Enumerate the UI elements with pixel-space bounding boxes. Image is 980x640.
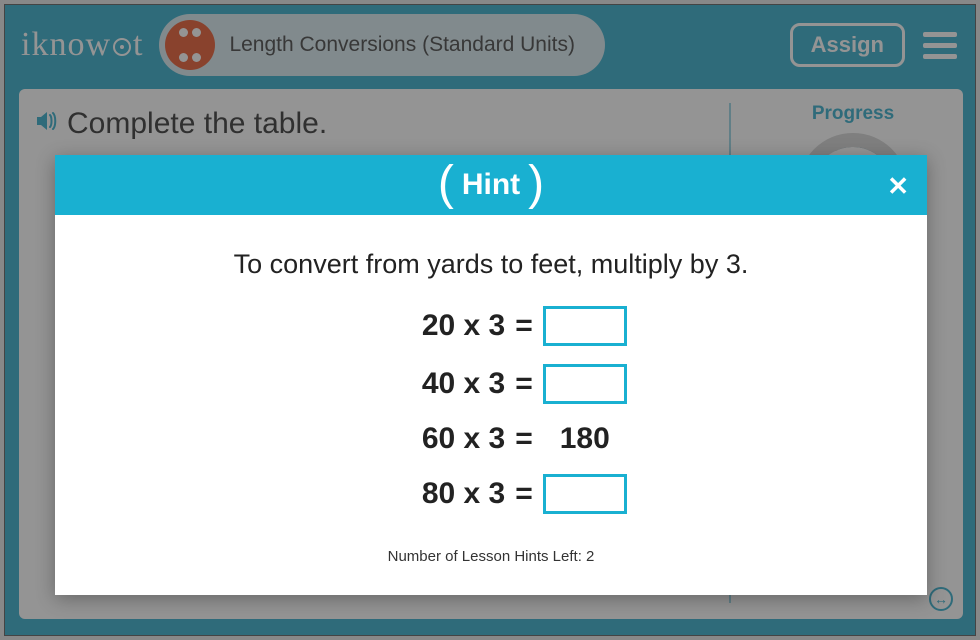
equation-expression: 20 x 3 (355, 309, 505, 343)
hint-title: Hint (462, 168, 520, 202)
lesson-pill: Length Conversions (Standard Units) (159, 14, 605, 76)
app-window: iknow t Length Conversions (Standard Uni… (4, 4, 976, 636)
logo-text-prefix: iknow (21, 26, 111, 64)
equals-sign: = (515, 477, 533, 511)
hint-modal-body: To convert from yards to feet, multiply … (55, 215, 927, 575)
bulb-icon (113, 38, 131, 56)
hint-modal: ( Hint ) ✕ To convert from yards to feet… (55, 155, 927, 595)
equation-answer-value: 180 (543, 422, 627, 456)
equation-expression: 60 x 3 (355, 422, 505, 456)
question-prompt: Complete the table. (67, 107, 327, 141)
hint-modal-header: ( Hint ) ✕ (55, 155, 927, 215)
hint-equation-list: 20 x 3 = 40 x 3 = 60 x 3 = 180 80 x 3 = (95, 306, 887, 514)
close-icon[interactable]: ✕ (887, 171, 909, 202)
hint-equation-row: 60 x 3 = 180 (355, 422, 627, 456)
equation-answer-box[interactable] (543, 364, 627, 404)
equation-answer-box[interactable] (543, 306, 627, 346)
assign-button[interactable]: Assign (790, 23, 905, 67)
hints-left-label: Number of Lesson Hints Left: 2 (95, 548, 887, 565)
hint-equation-row: 40 x 3 = (355, 364, 627, 404)
hint-equation-row: 20 x 3 = (355, 306, 627, 346)
header-right: Assign (790, 23, 957, 67)
equals-sign: = (515, 422, 533, 456)
equation-expression: 80 x 3 (355, 477, 505, 511)
level-badge-icon (165, 20, 215, 70)
header-bar: iknow t Length Conversions (Standard Uni… (5, 5, 975, 85)
paren-left-icon: ( (438, 156, 454, 211)
resize-icon[interactable]: ↔ (929, 587, 953, 611)
hint-equation-row: 80 x 3 = (355, 474, 627, 514)
audio-icon[interactable] (35, 111, 59, 137)
progress-label: Progress (743, 103, 963, 125)
equals-sign: = (515, 309, 533, 343)
menu-icon[interactable] (923, 32, 957, 59)
lesson-title: Length Conversions (Standard Units) (229, 33, 575, 57)
logo[interactable]: iknow t (21, 26, 143, 64)
logo-text-suffix: t (133, 26, 143, 64)
equation-expression: 40 x 3 (355, 367, 505, 401)
hint-text: To convert from yards to feet, multiply … (95, 249, 887, 280)
equation-answer-box[interactable] (543, 474, 627, 514)
equals-sign: = (515, 367, 533, 401)
paren-right-icon: ) (528, 156, 544, 211)
